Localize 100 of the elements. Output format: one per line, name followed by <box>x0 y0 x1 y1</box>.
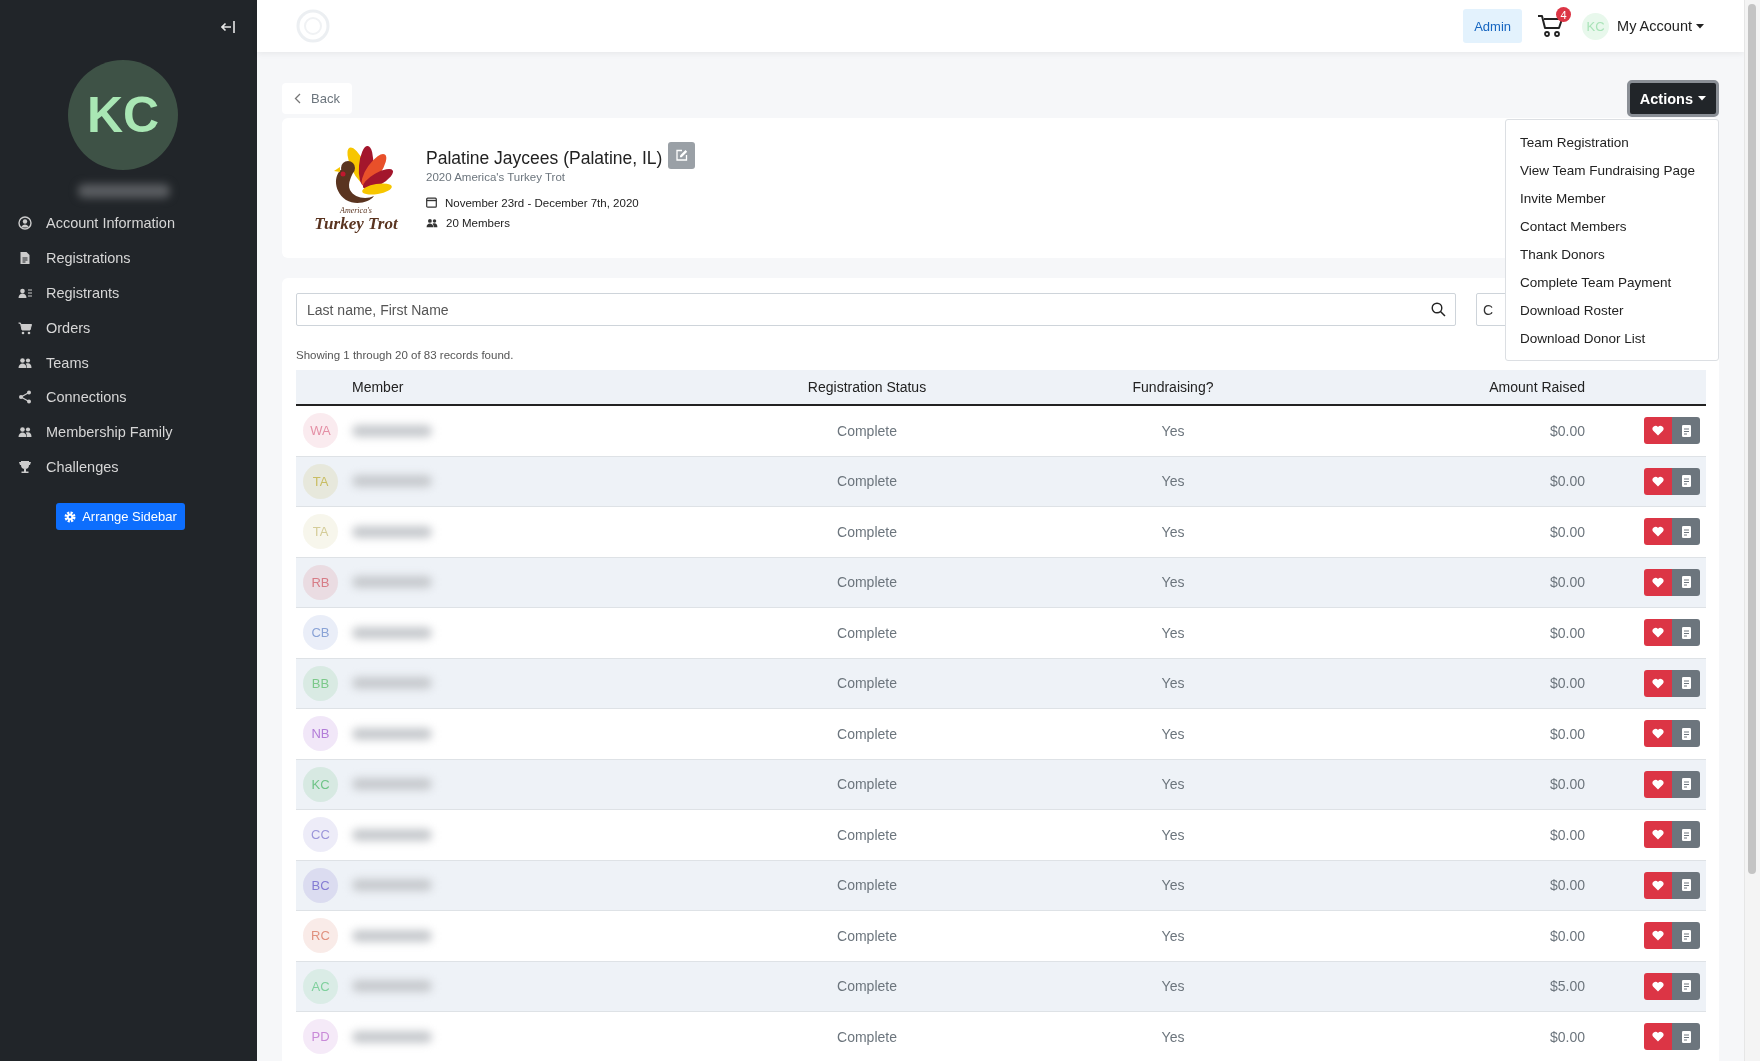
sidebar-item[interactable]: Account Information <box>0 206 257 241</box>
table-cell-text: $0.00 <box>1548 523 1585 540</box>
table-cell-text: Complete <box>836 776 898 793</box>
details-button[interactable] <box>1672 720 1700 748</box>
heart-icon <box>1652 1031 1664 1043</box>
users-icon <box>18 355 32 370</box>
sidebar-item[interactable]: Orders <box>0 310 257 346</box>
table-cell-text: Yes <box>1160 422 1186 439</box>
table-cell-text: Yes <box>1160 826 1186 843</box>
details-button[interactable] <box>1672 972 1700 1000</box>
table-cell-text: Complete <box>836 624 898 641</box>
table-cell-text: Yes <box>1160 675 1186 692</box>
column-header: Registration Status <box>806 379 928 395</box>
table-cell-text: Complete <box>836 1028 898 1045</box>
caret-icon <box>1698 96 1706 101</box>
donate-button[interactable] <box>1644 518 1672 546</box>
donate-button[interactable] <box>1644 619 1672 647</box>
document-icon <box>1681 828 1691 841</box>
donate-button[interactable] <box>1644 1023 1672 1051</box>
actions-button[interactable]: Actions <box>1626 80 1719 117</box>
table-cell-text: Complete <box>836 826 898 843</box>
user-avatar: KC <box>68 60 178 170</box>
table-cell-text: $0.00 <box>1548 422 1585 439</box>
document-icon <box>18 251 32 266</box>
menu-item[interactable]: Contact Members <box>1506 212 1718 240</box>
menu-item[interactable]: View Team Fundraising Page <box>1506 156 1718 184</box>
admin-button[interactable]: Admin <box>1463 9 1523 43</box>
details-button[interactable] <box>1672 619 1700 647</box>
table-cell-text: Complete <box>836 675 898 692</box>
sidebar-item[interactable]: Connections <box>0 380 257 415</box>
details-button[interactable] <box>1672 770 1700 798</box>
member-avatar: KC <box>303 766 338 802</box>
table-cell-text: Complete <box>836 877 898 894</box>
document-icon <box>1681 626 1691 639</box>
details-button[interactable] <box>1672 669 1700 697</box>
donate-button[interactable] <box>1644 871 1672 899</box>
table-cell-text: Complete <box>836 473 898 490</box>
pencil-icon <box>675 148 689 162</box>
sidebar-item[interactable]: Membership Family <box>0 414 257 450</box>
details-button[interactable] <box>1672 821 1700 849</box>
event-name: 2020 America's Turkey Trot <box>426 170 566 183</box>
table-cell-text: $0.00 <box>1548 1028 1585 1045</box>
menu-item[interactable]: Invite Member <box>1506 184 1718 212</box>
column-header: Member <box>351 379 405 395</box>
table-cell-text: $0.00 <box>1548 826 1585 843</box>
donate-button[interactable] <box>1644 972 1672 1000</box>
menu-item[interactable]: Complete Team Payment <box>1506 268 1718 296</box>
member-avatar: PD <box>303 1019 338 1055</box>
table-cell-text: Yes <box>1160 624 1186 641</box>
details-button[interactable] <box>1672 1023 1700 1051</box>
heart-icon <box>1652 728 1664 740</box>
menu-item[interactable]: Download Donor List <box>1506 324 1718 352</box>
donate-button[interactable] <box>1644 720 1672 748</box>
table-cell-text: $0.00 <box>1548 725 1585 742</box>
donate-button[interactable] <box>1644 770 1672 798</box>
heart-icon <box>1652 677 1664 689</box>
back-button[interactable]: Back <box>282 83 352 114</box>
my-account-menu[interactable]: My Account <box>1609 18 1704 34</box>
heart-icon <box>1652 526 1664 538</box>
account-avatar: KC <box>1582 12 1610 40</box>
details-button[interactable] <box>1672 871 1700 899</box>
menu-item[interactable]: Download Roster <box>1506 296 1718 324</box>
table-cell-text: Yes <box>1160 473 1186 490</box>
caret-icon <box>1696 23 1704 29</box>
scrollbar[interactable] <box>1744 0 1760 1061</box>
donate-button[interactable] <box>1644 922 1672 950</box>
table-cell-text: Complete <box>836 927 898 944</box>
donate-button[interactable] <box>1644 568 1672 596</box>
menu-item[interactable]: Thank Donors <box>1506 240 1718 268</box>
document-icon <box>1681 879 1691 892</box>
sidebar-item[interactable]: Registrants <box>0 275 257 311</box>
details-button[interactable] <box>1672 467 1700 495</box>
details-button[interactable] <box>1672 568 1700 596</box>
chevron-left-icon <box>294 93 301 104</box>
menu-item[interactable]: Team Registration <box>1506 128 1718 156</box>
id-card-icon <box>18 286 32 300</box>
search-field[interactable]: Last name, First Name <box>296 293 1456 326</box>
collapse-sidebar-icon[interactable] <box>221 20 235 34</box>
details-button[interactable] <box>1672 417 1700 445</box>
logo-text: Turkey Trot <box>314 215 398 232</box>
sidebar-item[interactable]: Registrations <box>0 240 257 276</box>
document-icon <box>1681 677 1691 690</box>
donate-button[interactable] <box>1644 821 1672 849</box>
arrange-sidebar-button[interactable]: Arrange Sidebar <box>56 503 185 531</box>
document-icon <box>1681 475 1691 488</box>
users-icon <box>426 217 438 228</box>
donate-button[interactable] <box>1644 467 1672 495</box>
team-name: Palatine Jaycees (Palatine, IL) <box>426 147 663 169</box>
sidebar-item[interactable]: Challenges <box>0 449 257 485</box>
details-button[interactable] <box>1672 518 1700 546</box>
sidebar-item[interactable]: Teams <box>0 345 257 380</box>
donate-button[interactable] <box>1644 669 1672 697</box>
document-icon <box>1681 424 1691 437</box>
edit-button[interactable] <box>668 141 696 169</box>
donate-button[interactable] <box>1644 417 1672 445</box>
details-button[interactable] <box>1672 922 1700 950</box>
document-icon <box>1681 980 1691 993</box>
table-cell-text: Complete <box>836 725 898 742</box>
table-cell-text: $0.00 <box>1548 473 1585 490</box>
table-cell-text: $0.00 <box>1548 624 1585 641</box>
